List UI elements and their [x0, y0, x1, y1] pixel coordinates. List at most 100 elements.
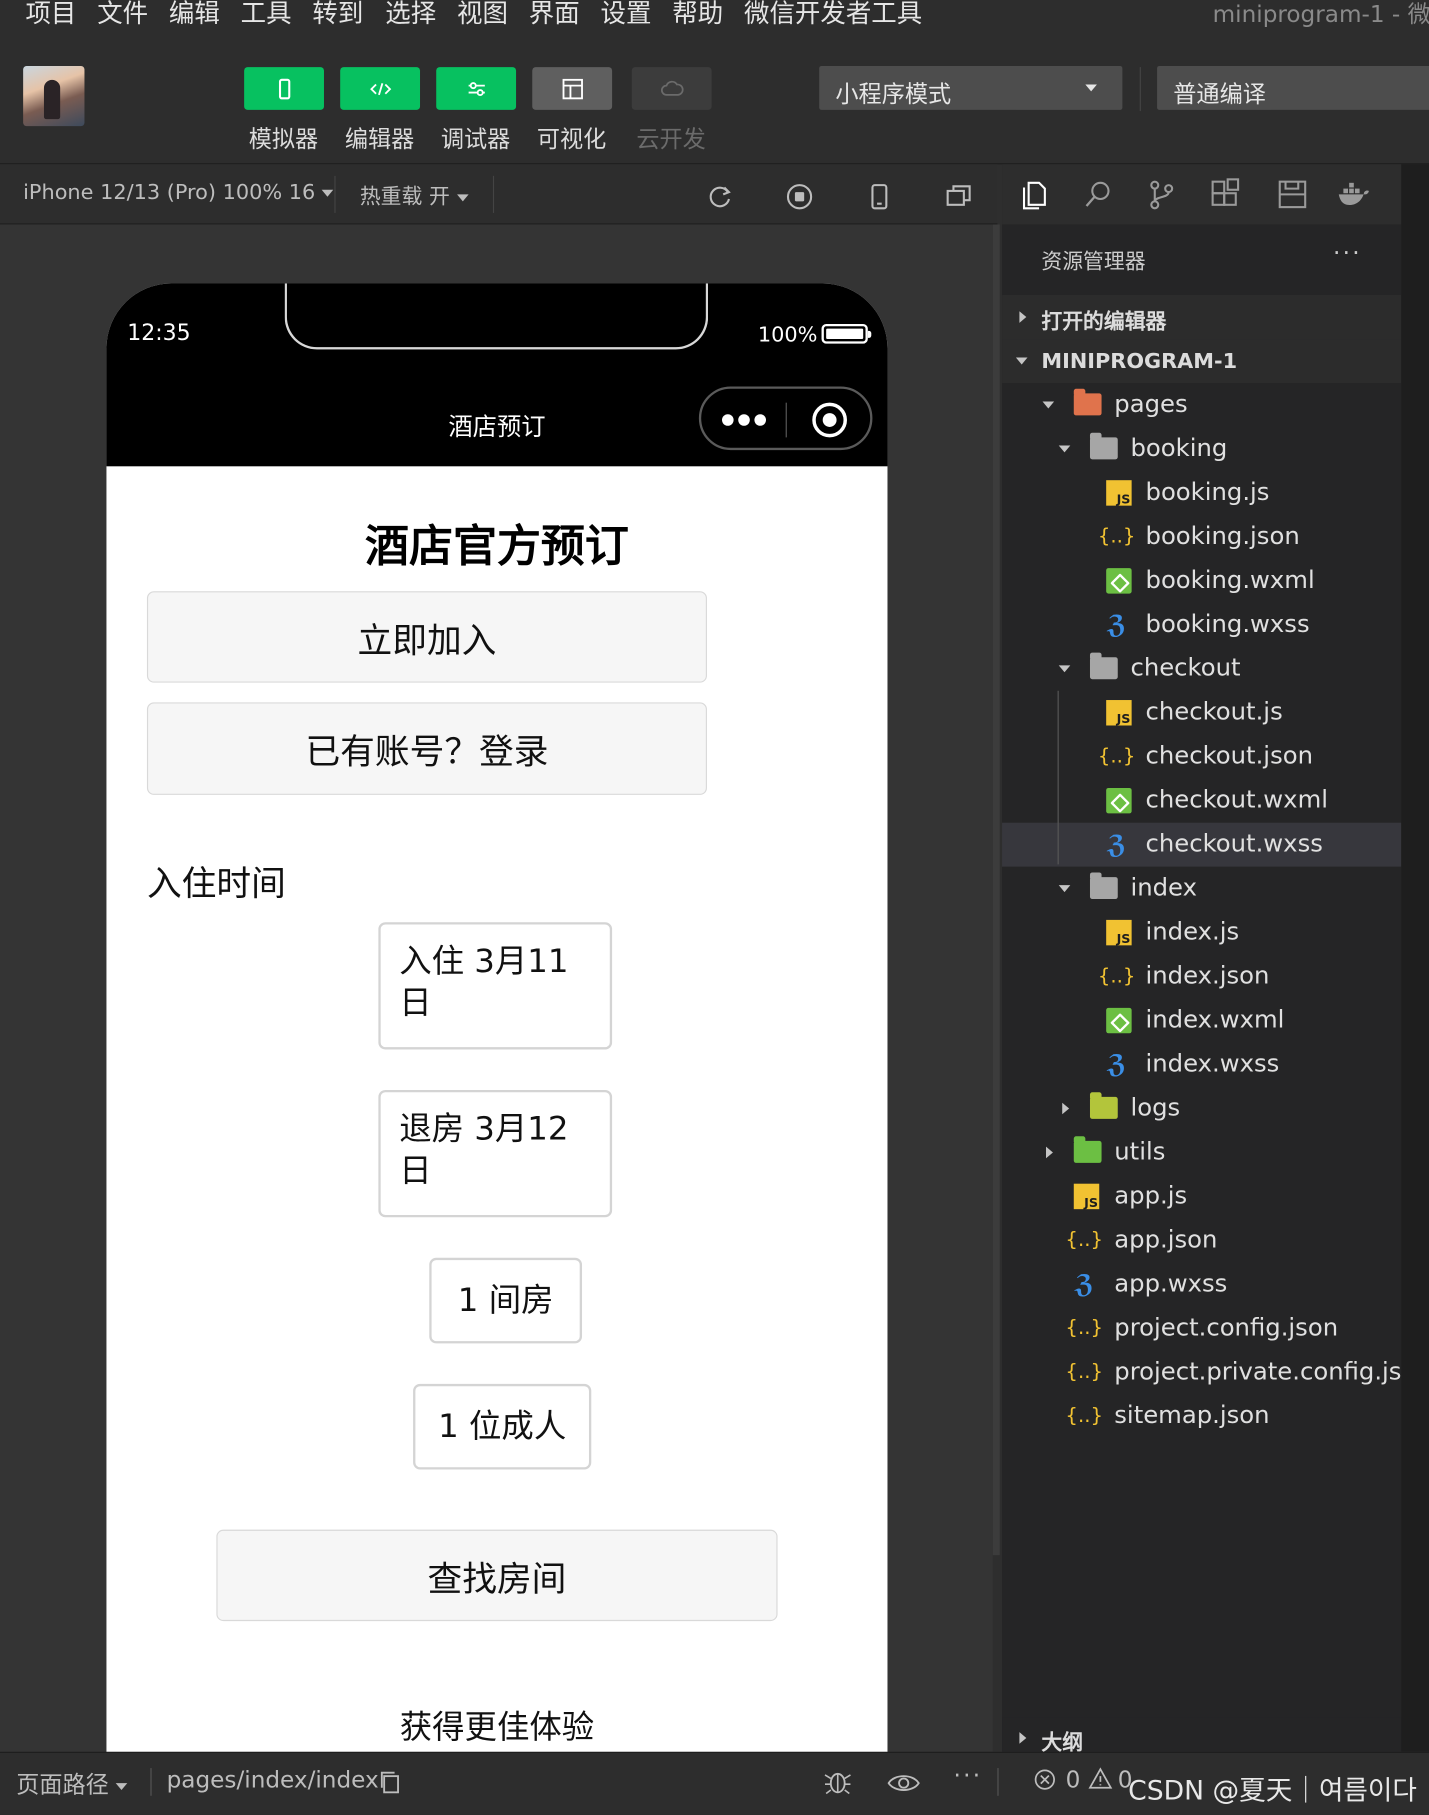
tree-file-app-json[interactable]: {..} app.json [1002, 1218, 1401, 1262]
device-select-value: iPhone 12/13 (Pro) 100% 16 [23, 180, 316, 205]
save-icon[interactable] [1275, 177, 1310, 212]
visual-button[interactable] [532, 67, 613, 110]
simulator-scrollbar[interactable] [992, 224, 1000, 1556]
menu-edit[interactable]: 编辑 [169, 0, 220, 30]
login-button[interactable]: 已有账号？登录 [146, 702, 707, 795]
compile-select[interactable]: 普通编译 [1157, 65, 1429, 110]
wxml-file-icon [1106, 568, 1132, 594]
cloud-button[interactable] [631, 67, 712, 110]
tree-label: app.js [1114, 1181, 1188, 1210]
chevron-right-icon [1019, 311, 1027, 323]
tree-label: booking.wxml [1145, 565, 1315, 594]
menu-goto[interactable]: 转到 [312, 0, 363, 30]
page-path-toggle[interactable]: 页面路径 [16, 1766, 128, 1800]
tree-file-project-private-config[interactable]: {..} project.private.config.js... [1002, 1350, 1424, 1394]
tree-label: booking.js [1145, 477, 1270, 506]
error-icon[interactable] [1033, 1768, 1056, 1791]
folder-open-icon [1089, 652, 1118, 680]
search-rooms-button[interactable]: 查找房间 [216, 1529, 778, 1622]
project-section[interactable]: MINIPROGRAM-1 [1002, 339, 1402, 383]
right-panel-edge [1401, 164, 1429, 1752]
debugger-button[interactable] [436, 67, 517, 110]
chevron-down-icon [322, 189, 334, 197]
js-file-icon: JS [1106, 480, 1132, 506]
extensions-icon[interactable] [1208, 177, 1243, 212]
mode-select[interactable]: 小程序模式 [819, 65, 1123, 110]
wxss-file-icon: ℨ [1106, 1050, 1127, 1079]
menu-devtools[interactable]: 微信开发者工具 [744, 0, 922, 30]
tree-file-booking-js[interactable]: JS booking.js [1002, 471, 1401, 515]
tree-file-booking-json[interactable]: {..} booking.json [1002, 515, 1401, 559]
tree-file-app-wxss[interactable]: ℨ app.wxss [1002, 1262, 1401, 1306]
battery-icon [821, 323, 872, 344]
bug-icon[interactable] [822, 1767, 854, 1797]
simulator-button[interactable] [244, 67, 324, 110]
tree-folder-utils[interactable]: utils [1002, 1130, 1401, 1174]
checkout-date-picker[interactable]: 退房 3月12 日 [378, 1089, 613, 1218]
popout-icon[interactable] [944, 182, 974, 212]
tree-file-checkout-wxml[interactable]: checkout.wxml [1002, 779, 1401, 823]
tree-file-app-js[interactable]: JS app.js [1002, 1174, 1401, 1218]
menu-settings[interactable]: 设置 [601, 0, 652, 30]
tree-label: index [1130, 873, 1197, 902]
open-editors-section[interactable]: 打开的编辑器 [1002, 295, 1402, 340]
refresh-icon[interactable] [705, 182, 735, 212]
tree-file-project-config[interactable]: {..} project.config.json [1002, 1306, 1401, 1350]
eye-icon[interactable] [886, 1770, 921, 1795]
page-path-label: 页面路径 [16, 1770, 109, 1799]
files-icon[interactable] [1017, 177, 1052, 212]
status-divider [997, 1768, 999, 1796]
adults-picker[interactable]: 1 位成人 [413, 1383, 592, 1470]
wxss-file-icon: ℨ [1106, 610, 1127, 640]
menu-view[interactable]: 视图 [457, 0, 508, 30]
error-count: 0 [1065, 1765, 1081, 1794]
battery-percent: 100% [757, 322, 818, 348]
menu-project[interactable]: 项目 [25, 0, 76, 30]
tree-file-checkout-json[interactable]: {..} checkout.json [1002, 735, 1401, 779]
join-button[interactable]: 立即加入 [146, 591, 707, 683]
tree-folder-logs[interactable]: logs [1002, 1087, 1401, 1131]
more-icon[interactable]: ··· [953, 1761, 982, 1789]
tree-file-index-wxml[interactable]: index.wxml [1002, 999, 1401, 1043]
rooms-picker[interactable]: 1 间房 [429, 1257, 583, 1344]
tree-label: sitemap.json [1114, 1401, 1270, 1430]
hot-reload-toggle[interactable]: 热重载 开 [360, 181, 469, 211]
menu-interface[interactable]: 界面 [529, 0, 580, 30]
simulator-label: 模拟器 [248, 124, 319, 153]
more-dots-icon[interactable] [722, 414, 768, 426]
menu-bar: 项目 文件 编辑 工具 转到 选择 视图 界面 设置 帮助 微信开发者工具 mi… [0, 0, 1429, 35]
tree-file-checkout-js[interactable]: JS checkout.js [1002, 691, 1401, 735]
tree-file-index-json[interactable]: {..} index.json [1002, 955, 1401, 999]
tree-folder-booking[interactable]: booking [1002, 427, 1401, 471]
editor-button[interactable] [340, 67, 421, 110]
tree-file-sitemap[interactable]: {..} sitemap.json [1002, 1394, 1401, 1438]
docker-icon[interactable] [1336, 177, 1371, 212]
close-miniprogram-icon[interactable] [812, 402, 847, 438]
warning-icon[interactable] [1088, 1767, 1113, 1790]
menu-file[interactable]: 文件 [97, 0, 148, 30]
menu-help[interactable]: 帮助 [672, 0, 723, 30]
source-control-icon[interactable] [1144, 177, 1179, 212]
tree-file-booking-wxss[interactable]: ℨ booking.wxss [1002, 603, 1401, 647]
folder-open-icon [1089, 872, 1118, 900]
checkin-date-picker[interactable]: 入住 3月11 日 [378, 922, 613, 1050]
device-select[interactable]: iPhone 12/13 (Pro) 100% 16 [23, 181, 334, 205]
tree-file-index-wxss[interactable]: ℨ index.wxss [1002, 1043, 1401, 1087]
checkin-date-line2: 日 [399, 983, 432, 1023]
tree-file-checkout-wxss[interactable]: ℨ checkout.wxss [1002, 822, 1402, 867]
tree-file-index-js[interactable]: JS index.js [1002, 911, 1401, 955]
layout-icon [561, 78, 583, 99]
tree-folder-pages[interactable]: pages [1002, 383, 1401, 427]
json-file-icon: {..} [1097, 745, 1136, 769]
more-actions-icon[interactable]: ··· [1333, 238, 1362, 266]
tree-file-booking-wxml[interactable]: booking.wxml [1002, 559, 1401, 603]
tree-folder-index[interactable]: index [1002, 867, 1401, 911]
device-icon[interactable] [864, 182, 894, 212]
menu-select[interactable]: 选择 [385, 0, 436, 30]
avatar[interactable] [23, 65, 85, 127]
search-icon[interactable] [1081, 177, 1116, 212]
copy-icon[interactable] [377, 1769, 402, 1794]
tree-folder-checkout[interactable]: checkout [1002, 647, 1401, 691]
stop-icon[interactable] [785, 182, 815, 212]
menu-tools[interactable]: 工具 [241, 0, 292, 30]
